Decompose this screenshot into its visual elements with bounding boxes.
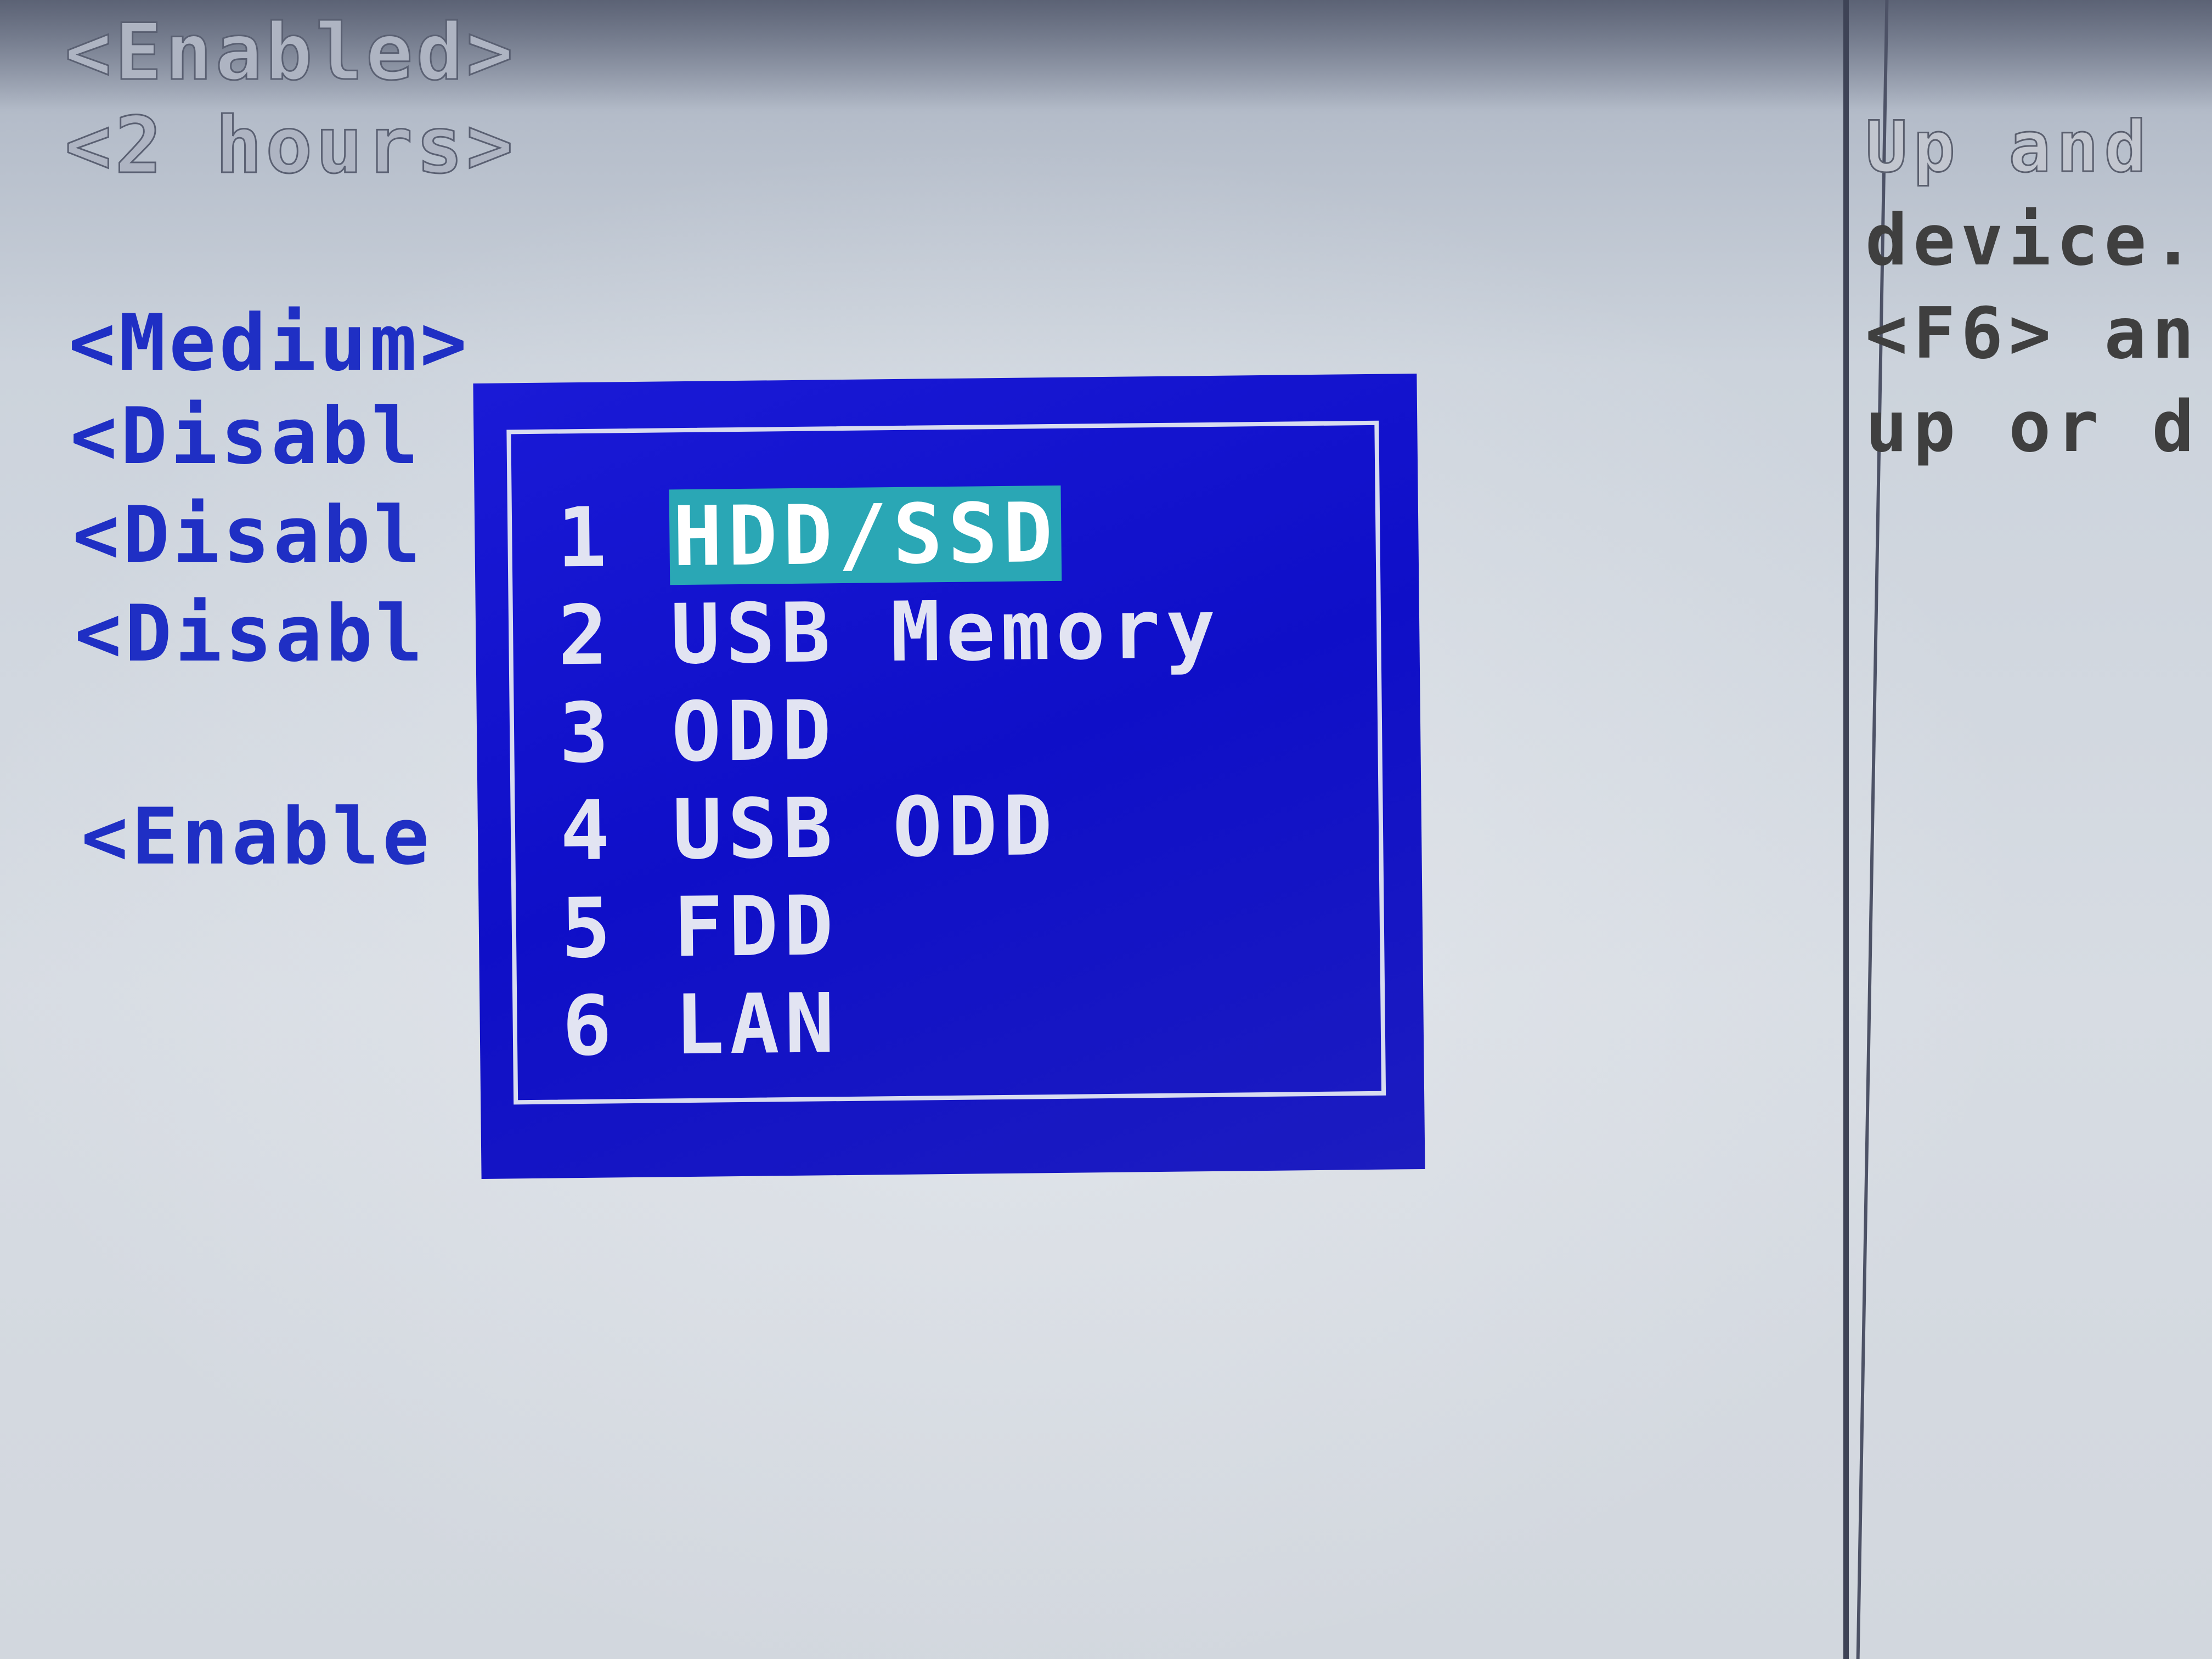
boot-item-label: HDD/SSD xyxy=(669,485,1062,585)
help-pane-divider xyxy=(1843,0,1849,1659)
help-line-2: device. xyxy=(1865,200,2200,281)
boot-item-hdd-ssd[interactable]: 1 HDD/SSD xyxy=(556,483,1220,588)
boot-item-odd[interactable]: 3 ODD xyxy=(558,678,1222,783)
setting-value-disabled-2[interactable]: <Disabl xyxy=(72,496,424,574)
help-line-1: Up and xyxy=(1864,106,2152,188)
boot-item-label: ODD xyxy=(671,683,837,781)
boot-item-number: 5 xyxy=(560,881,617,977)
help-line-3: <F6> an xyxy=(1865,293,2200,375)
boot-item-number: 6 xyxy=(561,978,618,1075)
boot-device-list: 1 HDD/SSD 2 USB Memory 3 ODD 4 USB ODD 5 FDD … xyxy=(556,483,1225,1076)
boot-item-number: 2 xyxy=(557,588,614,684)
bios-screen: <Enabled> <2 hours> <Medium> <Disabl <Di… xyxy=(0,0,2212,1659)
boot-item-label: USB Memory xyxy=(670,581,1222,683)
boot-item-label: LAN xyxy=(674,976,840,1074)
boot-item-label: USB ODD xyxy=(672,778,1059,878)
boot-item-number: 4 xyxy=(560,783,616,879)
setting-value-hours[interactable]: <2 hours> xyxy=(64,106,516,185)
boot-device-menu: 1 HDD/SSD 2 USB Memory 3 ODD 4 USB ODD 5 FDD … xyxy=(473,374,1425,1179)
boot-item-fdd[interactable]: 5 FDD xyxy=(561,873,1224,978)
boot-item-number: 1 xyxy=(556,490,613,586)
setting-value-disabled-1[interactable]: <Disabl xyxy=(70,398,421,476)
boot-item-usb-odd[interactable]: 4 USB ODD xyxy=(560,776,1223,881)
boot-item-lan[interactable]: 6 LAN xyxy=(562,971,1226,1076)
boot-item-usb-memory[interactable]: 2 USB Memory xyxy=(557,580,1221,685)
setting-value-enabled[interactable]: <Enabled> xyxy=(64,13,516,92)
help-line-4: up or d xyxy=(1865,386,2200,468)
boot-item-number: 3 xyxy=(558,685,615,782)
boot-item-label: FDD xyxy=(673,878,839,976)
setting-value-enabled-2[interactable]: <Enable xyxy=(81,798,432,876)
setting-value-disabled-3[interactable]: <Disabl xyxy=(75,595,426,673)
setting-value-medium[interactable]: <Medium> xyxy=(69,304,470,382)
